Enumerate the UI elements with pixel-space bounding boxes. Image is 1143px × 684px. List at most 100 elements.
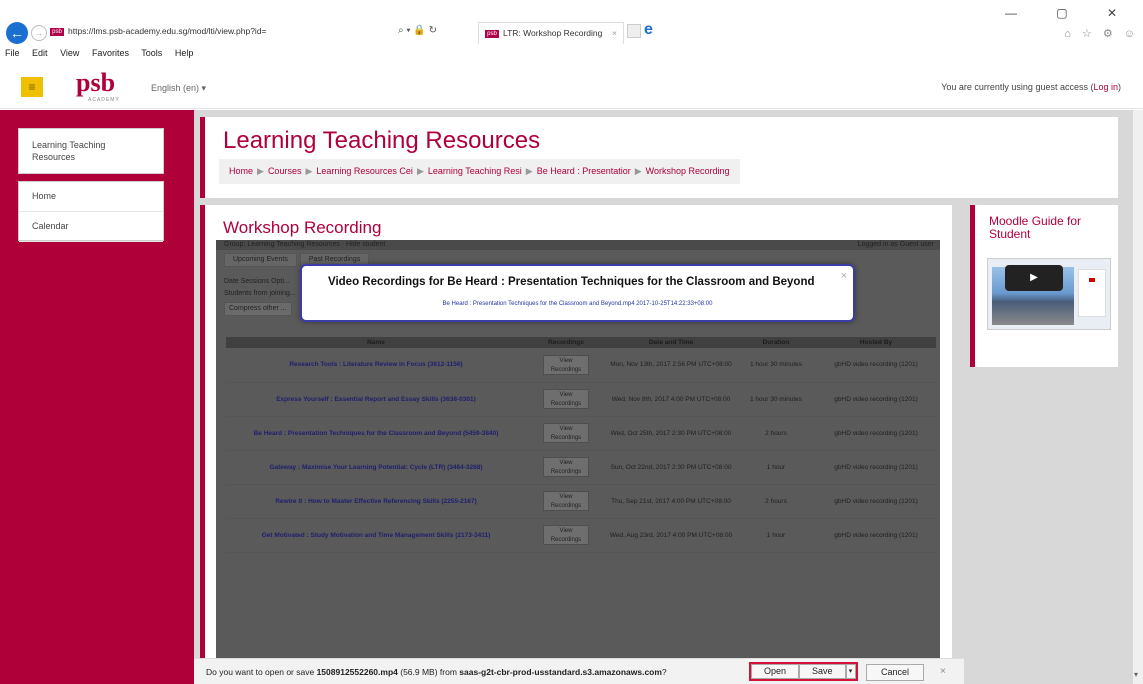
page-scrollbar[interactable]: ▾ <box>1133 110 1143 684</box>
menu-edit[interactable]: Edit <box>32 48 48 58</box>
side-marker-icon <box>1089 278 1095 282</box>
login-link[interactable]: Log in <box>1093 82 1118 92</box>
activity-title: Workshop Recording <box>223 218 382 237</box>
recording-file-link[interactable]: Be Heard : Presentation Techniques for t… <box>302 301 853 307</box>
row-name[interactable]: Gateway : Maximise Your Learning Potenti… <box>226 450 526 485</box>
lti-filter-line2: Students from joining... <box>224 290 296 297</box>
video-side-panel <box>1078 269 1106 317</box>
open-button[interactable]: Open <box>751 664 800 679</box>
row-name[interactable]: Be Heard : Presentation Techniques for t… <box>226 416 526 451</box>
logo-subtitle: ACADEMY <box>88 97 120 103</box>
address-url: https://lms.psb-academy.edu.sg/mod/lti/v… <box>68 26 267 36</box>
col-duration: Duration <box>736 337 816 348</box>
row-name[interactable]: Research Tools : Literature Review in Fo… <box>226 348 526 383</box>
site-header: ≡ psb ACADEMY English (en) ▾ You are cur… <box>0 65 1143 109</box>
toolbar-icons[interactable]: ⌂ ☆ ⚙ ☺ <box>1064 27 1139 40</box>
row-host: gbHD video recording (1201) <box>816 382 936 417</box>
lti-filter-line1: Date Sessions Opti... <box>224 278 290 285</box>
save-button[interactable]: Save <box>799 664 846 679</box>
cancel-button[interactable]: Cancel <box>866 664 925 681</box>
col-host: Hosted By <box>816 337 936 348</box>
breadcrumb-be-heard[interactable]: Be Heard : Presentatior <box>537 166 631 176</box>
view-recordings-button[interactable]: View Recordings <box>543 525 589 545</box>
breadcrumb-current[interactable]: Workshop Recording <box>646 166 730 176</box>
page-title: Learning Teaching Resources <box>223 127 541 154</box>
breadcrumb-separator-icon: ▶ <box>305 166 313 176</box>
row-date: Wed, Oct 25th, 2017 2:30 PM UTC+08:00 <box>606 416 736 451</box>
download-prompt: Do you want to open or save 150891255226… <box>206 667 667 677</box>
tab-upcoming-events[interactable]: Upcoming Events <box>224 253 297 267</box>
download-prefix: Do you want to open or save <box>206 667 317 677</box>
row-date: Wed, Aug 23rd, 2017 4:00 PM UTC+08:00 <box>606 518 736 553</box>
row-duration: 2 hours <box>736 416 816 451</box>
view-recordings-button[interactable]: View Recordings <box>543 491 589 511</box>
breadcrumb-learning-resources[interactable]: Learning Resources Cei <box>316 166 413 176</box>
col-recordings: Recordings <box>526 337 606 348</box>
table-row: Rewire It : How to Master Effective Refe… <box>226 484 936 519</box>
view-recordings-button[interactable]: View Recordings <box>543 423 589 443</box>
browser-window: ← → psb https://lms.psb-academy.edu.sg/mo… <box>0 0 1143 684</box>
moodle-guide-title: Moodle Guide for Student <box>989 214 1082 241</box>
breadcrumb-home[interactable]: Home <box>229 166 253 176</box>
psb-logo[interactable]: psb <box>76 69 115 97</box>
row-recordings: View Recordings <box>526 416 606 451</box>
col-date: Date and Time <box>606 337 736 348</box>
guest-notice: You are currently using guest access (Lo… <box>941 82 1121 92</box>
lti-compress-button[interactable]: Compress other ... <box>224 302 292 316</box>
modal-title: Video Recordings for Be Heard : Presenta… <box>328 276 815 288</box>
view-recordings-button[interactable]: View Recordings <box>543 354 589 375</box>
browser-tab[interactable]: psb LTR: Workshop Recording × <box>478 22 624 44</box>
back-arrow-icon[interactable]: ← <box>6 22 28 44</box>
download-suffix: ? <box>661 667 667 677</box>
forward-arrow-icon[interactable]: → <box>31 25 47 41</box>
row-date: Sun, Oct 22nd, 2017 2:30 PM UTC+08:00 <box>606 450 736 485</box>
download-size: (56.9 MB) from <box>397 667 460 677</box>
row-host: gbHD video recording (1201) <box>816 348 936 383</box>
sidebar-nav: Home Calendar <box>18 181 164 242</box>
row-host: gbHD video recording (1201) <box>816 416 936 451</box>
site-favicon-icon: psb <box>50 27 64 36</box>
language-selector[interactable]: English (en) ▾ <box>151 83 206 94</box>
row-name[interactable]: Rewire It : How to Master Effective Refe… <box>226 484 526 519</box>
sidebar-item-home[interactable]: Home <box>19 182 163 212</box>
breadcrumb-separator-icon: ▶ <box>634 166 642 176</box>
window-controls[interactable]: — ▢ ✕ <box>1005 6 1135 20</box>
row-duration: 2 hours <box>736 484 816 519</box>
row-date: Thu, Sep 21st, 2017 4:00 PM UTC+08:00 <box>606 484 736 519</box>
guide-video-thumbnail[interactable]: ▶ <box>987 258 1111 330</box>
download-filename: 1508912552260.mp4 <box>316 667 398 677</box>
view-recordings-button[interactable]: View Recordings <box>543 457 589 477</box>
breadcrumb-courses[interactable]: Courses <box>268 166 302 176</box>
row-recordings: View Recordings <box>526 450 606 485</box>
save-dropdown-icon[interactable]: ▾ <box>845 664 856 679</box>
row-duration: 1 hour <box>736 518 816 553</box>
sidebar-item-calendar[interactable]: Calendar <box>19 212 163 242</box>
guest-close-paren: ) <box>1118 82 1121 92</box>
row-name[interactable]: Express Yourself : Essential Report and … <box>226 382 526 417</box>
row-name[interactable]: Get Motivated : Study Motivation and Tim… <box>226 518 526 553</box>
play-icon[interactable]: ▶ <box>1005 265 1063 291</box>
address-controls[interactable]: ⌕ ▾ 🔒 ↻ <box>398 25 437 36</box>
breadcrumb-learning-teaching[interactable]: Learning Teaching Resi <box>428 166 522 176</box>
lti-top-bar: Group: Learning Teaching Resources · Hid… <box>216 240 940 250</box>
row-date: Mon, Nov 13th, 2017 2:56 PM UTC+08:00 <box>606 348 736 383</box>
row-recordings: View Recordings <box>526 348 606 383</box>
menu-view[interactable]: View <box>60 48 79 58</box>
new-tab-button[interactable] <box>627 24 641 38</box>
close-icon[interactable]: × <box>841 270 847 282</box>
table-row: Express Yourself : Essential Report and … <box>226 382 936 417</box>
menu-tools[interactable]: Tools <box>141 48 162 58</box>
row-host: gbHD video recording (1201) <box>816 484 936 519</box>
row-recordings: View Recordings <box>526 382 606 417</box>
menu-file[interactable]: File <box>5 48 20 58</box>
tab-close-icon[interactable]: × <box>612 23 617 43</box>
row-duration: 1 hour <box>736 450 816 485</box>
menu-help[interactable]: Help <box>175 48 194 58</box>
menu-favorites[interactable]: Favorites <box>92 48 129 58</box>
row-recordings: View Recordings <box>526 518 606 553</box>
scroll-down-icon[interactable]: ▾ <box>1134 670 1138 679</box>
sidebar-course-link[interactable]: Learning Teaching Resources <box>18 128 164 174</box>
close-icon[interactable]: × <box>940 666 946 677</box>
menu-toggle-icon[interactable]: ≡ <box>21 77 43 97</box>
view-recordings-button[interactable]: View Recordings <box>543 389 589 409</box>
